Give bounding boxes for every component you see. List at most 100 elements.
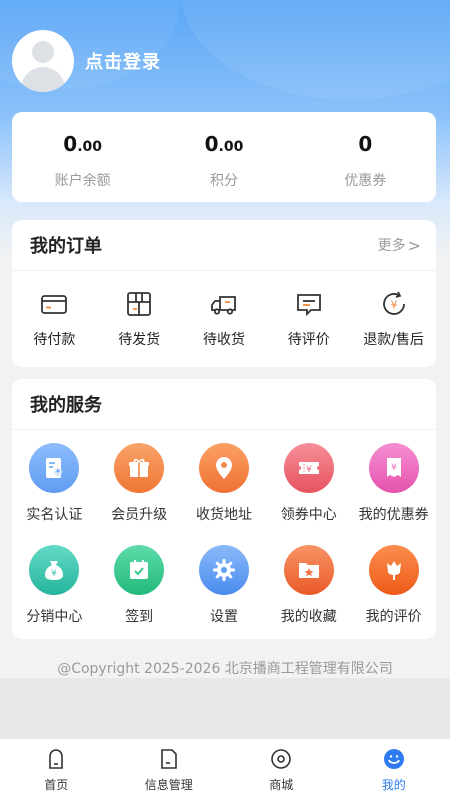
svg-text:¥: ¥ [391, 463, 397, 473]
orders-header: 我的订单 更多 > [12, 220, 436, 271]
footer-spacer [0, 678, 450, 738]
stat-value: 0.00 [204, 132, 244, 156]
card-icon [41, 295, 68, 314]
more-label: 更多 [377, 238, 406, 254]
svg-text:¥: ¥ [306, 465, 312, 475]
refund-icon: ¥ [382, 291, 405, 315]
service-shipping-address[interactable]: 收货地址 [182, 443, 267, 545]
tab-mine[interactable]: 我的 [338, 739, 450, 800]
service-distribution-center[interactable]: ¥ 分销中心 [12, 545, 97, 647]
chevron-right-icon: > [407, 235, 421, 255]
orders-more-link[interactable]: 更多 > [378, 235, 421, 255]
avatar-body-shape [21, 67, 65, 92]
stat-points[interactable]: 0.00 积分 [153, 112, 294, 202]
stat-coupons[interactable]: 0 优惠券 [295, 112, 436, 202]
tab-label: 信息管理 [144, 778, 193, 792]
service-icon-bg: ¥ [368, 443, 419, 493]
services-grid: 实名认证 会员升级 收货地址 ¥ 领券中心 ¥ 我的优惠券 ¥ 分销中心 签到 … [12, 430, 436, 647]
stat-value: 0 [358, 132, 373, 156]
tab-mall[interactable]: 商城 [225, 739, 338, 800]
gift-icon [129, 458, 150, 477]
service-label: 领券中心 [280, 507, 337, 523]
my-coupon-icon: ¥ [386, 458, 401, 477]
my-services-card: 我的服务 实名认证 会员升级 收货地址 ¥ 领券中心 ¥ 我的优惠券 ¥ 分销中… [12, 379, 436, 639]
money-bag-icon: ¥ [45, 561, 64, 580]
comment-icon [296, 294, 321, 317]
order-refund-aftersale[interactable]: ¥ 退款/售后 [351, 289, 436, 349]
order-pending-review[interactable]: 待评价 [266, 289, 351, 349]
stat-value: 0.00 [63, 132, 103, 156]
tab-label: 我的 [381, 778, 406, 792]
account-stats-card: 0.00 账户余额 0.00 积分 0 优惠券 [12, 112, 436, 202]
document-icon [160, 749, 177, 769]
service-icon-bg [29, 443, 80, 493]
id-card-icon [46, 458, 63, 478]
services-title: 我的服务 [30, 395, 102, 416]
decorative-bubble [180, 0, 450, 100]
service-icon-bg: ¥ [29, 545, 80, 595]
order-status-label: 待发货 [118, 332, 161, 348]
service-icon-bg: ¥ [283, 443, 334, 493]
tab-info-management[interactable]: 信息管理 [113, 739, 226, 800]
user-login-area[interactable]: 点击登录 [12, 30, 161, 92]
service-coupon-center[interactable]: ¥ 领券中心 [266, 443, 351, 545]
bottom-tab-bar: 首页 信息管理 商城 我的 [0, 738, 450, 800]
service-icon-bg [198, 443, 249, 493]
my-orders-card: 我的订单 更多 > 待付款 待发货 待收货 待评价 ¥ 退款/售后 [12, 220, 436, 367]
services-header: 我的服务 [12, 379, 436, 430]
login-link[interactable]: 点击登录 [85, 48, 161, 74]
service-realname-auth[interactable]: 实名认证 [12, 443, 97, 545]
order-status-label: 待收货 [202, 332, 245, 348]
order-status-row: 待付款 待发货 待收货 待评价 ¥ 退款/售后 [12, 271, 436, 349]
tab-home[interactable]: 首页 [0, 739, 113, 800]
tab-label: 商城 [269, 778, 294, 792]
order-status-label: 待评价 [287, 332, 330, 348]
service-label: 我的收藏 [280, 609, 337, 625]
service-member-upgrade[interactable]: 会员升级 [97, 443, 182, 545]
stat-label: 账户余额 [54, 173, 111, 189]
service-label: 收货地址 [195, 507, 252, 523]
order-status-label: 待付款 [33, 332, 76, 348]
gear-icon [212, 559, 235, 581]
calendar-check-icon [130, 560, 149, 579]
avatar[interactable] [12, 30, 74, 92]
orders-title: 我的订单 [30, 236, 102, 257]
tab-label: 首页 [44, 778, 69, 792]
service-icon-bg [283, 545, 334, 595]
stat-label: 优惠券 [344, 173, 387, 189]
copyright-text: @Copyright 2025-2026 北京播商工程管理有限公司 [57, 661, 393, 677]
service-icon-bg [114, 545, 165, 595]
service-label: 会员升级 [111, 507, 168, 523]
service-icon-bg [198, 545, 249, 595]
order-status-label: 退款/售后 [363, 332, 424, 348]
favorite-folder-icon [298, 563, 319, 578]
location-pin-icon [215, 457, 232, 479]
stat-balance[interactable]: 0.00 账户余额 [12, 112, 153, 202]
service-my-favorites[interactable]: 我的收藏 [266, 545, 351, 647]
service-checkin[interactable]: 签到 [97, 545, 182, 647]
svg-text:¥: ¥ [390, 299, 397, 312]
service-settings[interactable]: 设置 [182, 545, 267, 647]
truck-icon [211, 296, 236, 315]
service-label: 签到 [125, 609, 154, 625]
service-icon-bg [368, 545, 419, 595]
order-pending-shipment[interactable]: 待发货 [97, 289, 182, 349]
service-label: 我的优惠券 [358, 507, 429, 523]
service-my-reviews[interactable]: 我的评价 [351, 545, 436, 647]
mall-icon [271, 749, 292, 769]
coupon-center-icon: ¥ [298, 462, 319, 475]
svg-text:¥: ¥ [52, 569, 58, 579]
order-pending-receipt[interactable]: 待收货 [182, 289, 267, 349]
service-icon-bg [114, 443, 165, 493]
tulip-icon [386, 561, 401, 580]
avatar-head-shape [32, 41, 54, 63]
service-label: 实名认证 [26, 507, 83, 523]
home-icon [49, 749, 64, 769]
profile-icon [383, 749, 404, 769]
box-icon [127, 292, 152, 316]
service-label: 分销中心 [26, 609, 83, 625]
service-label: 设置 [209, 609, 238, 625]
order-pending-payment[interactable]: 待付款 [12, 289, 97, 349]
service-my-coupons[interactable]: ¥ 我的优惠券 [351, 443, 436, 545]
service-label: 我的评价 [365, 609, 422, 625]
